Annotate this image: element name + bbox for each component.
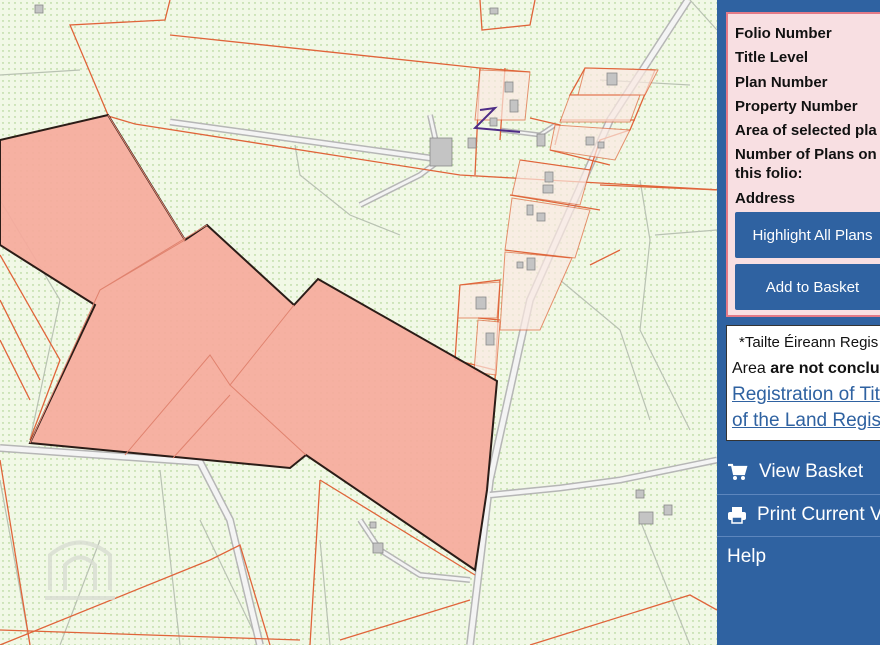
land-registry-link[interactable]: of the Land Regist — [732, 410, 880, 432]
shopping-cart-icon — [727, 463, 749, 481]
folio-info-box: Folio Number Title Level Plan Number Pro… — [726, 12, 880, 317]
print-current-view-menu-item[interactable]: Print Current V — [717, 494, 880, 536]
notice-text-line2: Area are not conclu — [732, 360, 880, 378]
help-menu-item[interactable]: Help — [717, 536, 880, 578]
registration-link[interactable]: Registration of Tit — [732, 384, 880, 406]
notice-bold-text: are not conclu — [770, 360, 880, 377]
notice-box: *Tailte Éireann Regis Area are not concl… — [726, 325, 880, 441]
help-label: Help — [727, 546, 767, 567]
printer-icon — [727, 506, 747, 524]
side-panel: Folio Number Title Level Plan Number Pro… — [717, 0, 880, 645]
title-level-label: Title Level — [735, 49, 809, 66]
print-current-view-label: Print Current V — [757, 504, 880, 525]
property-number-label: Property Number — [735, 98, 858, 115]
num-plans-label-line1: Number of Plans on — [735, 146, 877, 163]
notice-prefix: Area — [732, 360, 771, 377]
area-selected-label: Area of selected pla — [735, 122, 877, 139]
plan-number-label: Plan Number — [735, 74, 828, 91]
num-plans-label-line2: this folio: — [735, 165, 803, 182]
address-label: Address — [735, 190, 796, 207]
highlight-all-plans-button[interactable]: Highlight All Plans — [735, 212, 880, 258]
view-basket-label: View Basket — [759, 461, 864, 482]
add-to-basket-button[interactable]: Add to Basket — [735, 264, 880, 310]
notice-text-line1: *Tailte Éireann Regis — [739, 334, 879, 351]
view-basket-menu-item[interactable]: View Basket — [717, 451, 880, 493]
map-view[interactable] — [0, 0, 717, 645]
folio-number-label: Folio Number — [735, 25, 832, 42]
map-canvas[interactable] — [0, 0, 717, 645]
